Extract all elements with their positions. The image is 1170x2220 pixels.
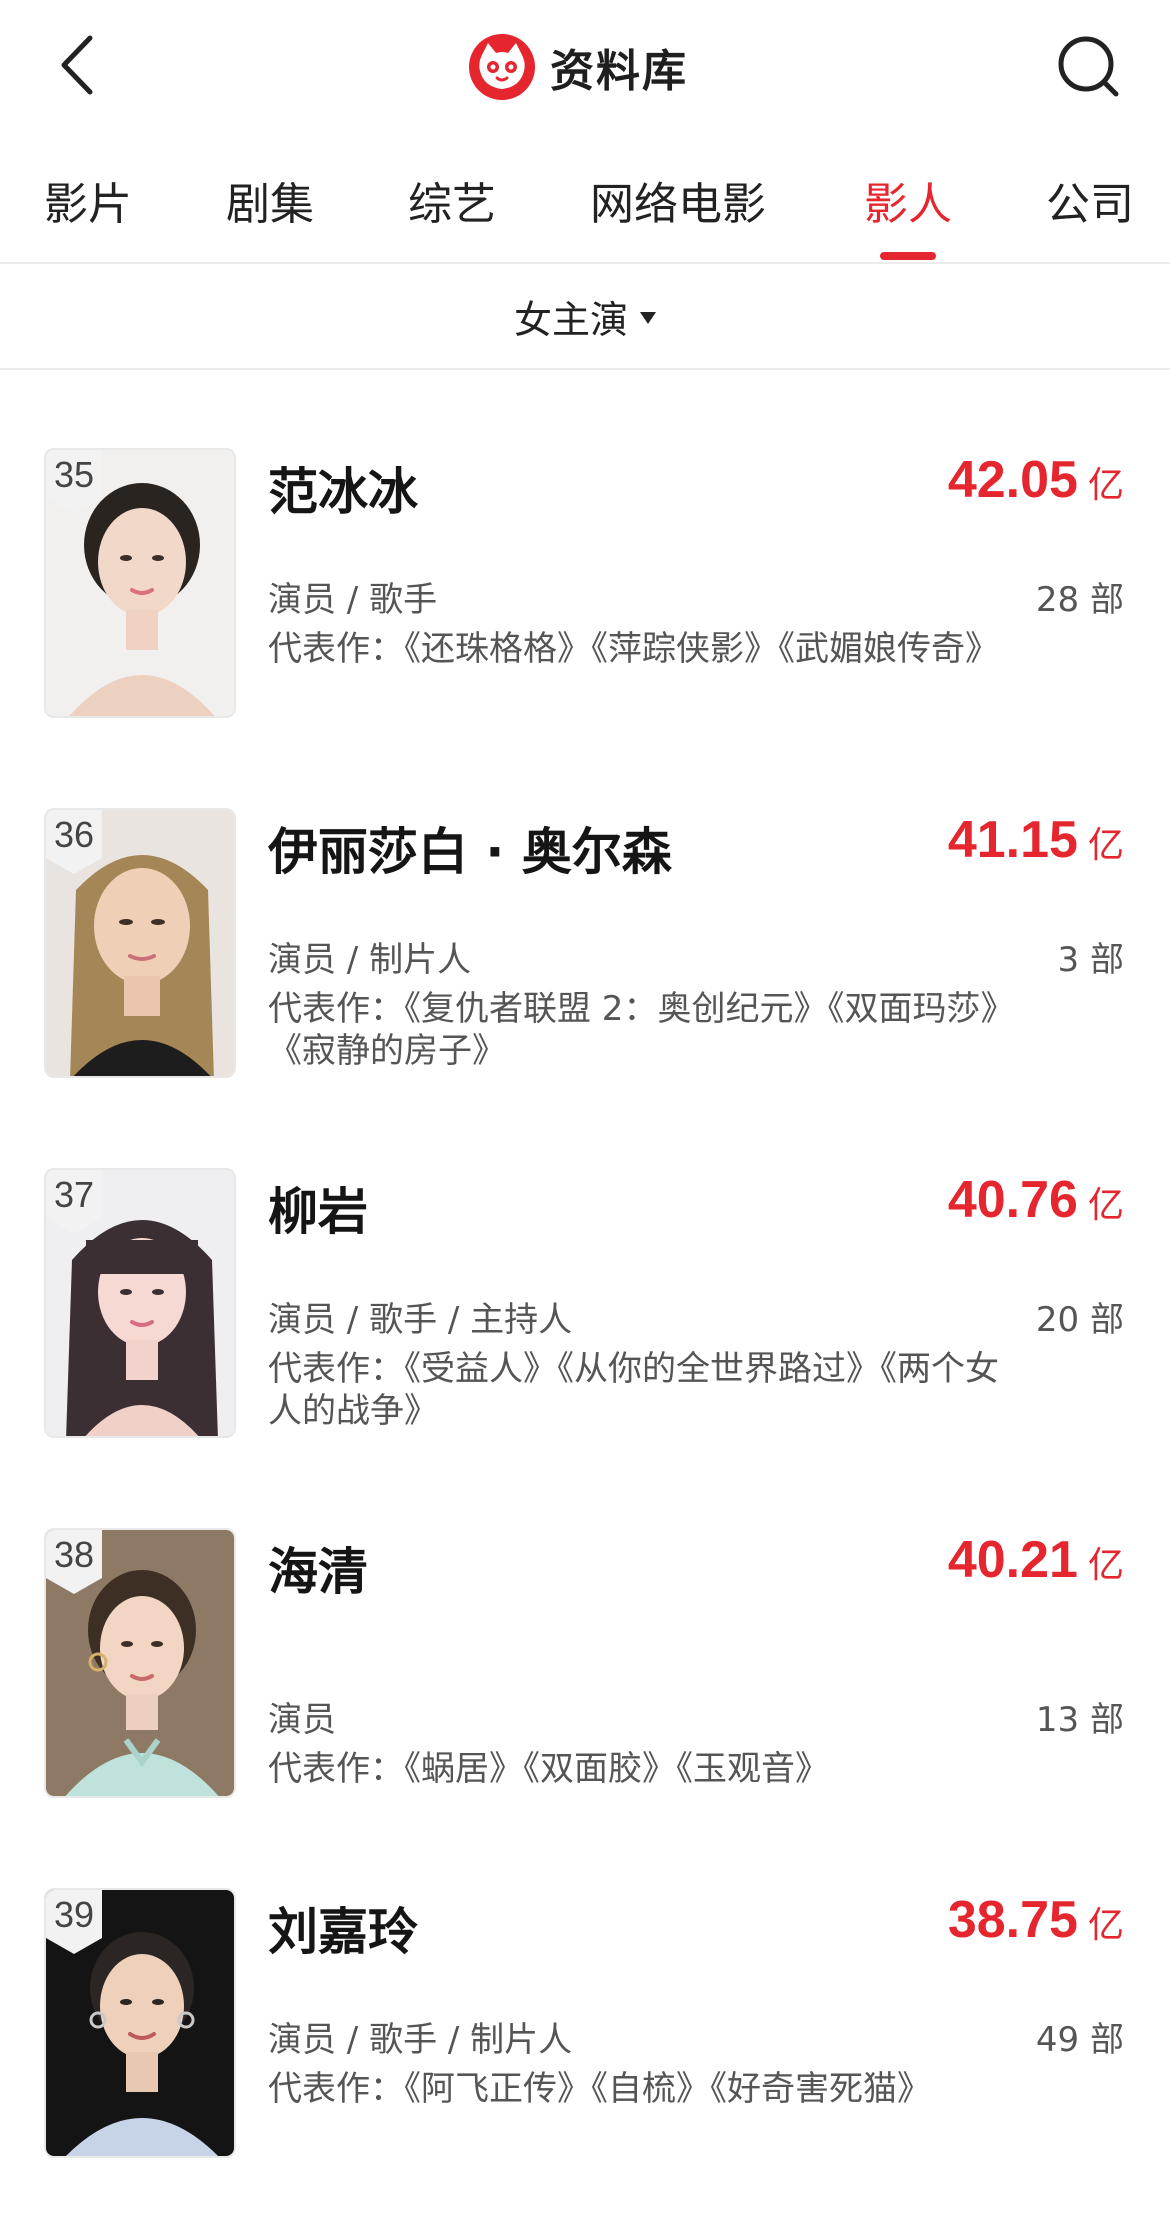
- list-item[interactable]: 38 海清 40.21 亿 演员 13 部 代表作：《蜗居》《双面胶》《玉观音》: [0, 1450, 1170, 1798]
- box-office-value: 40.21: [947, 1531, 1078, 1589]
- tab-web-movies[interactable]: 网络电影: [590, 168, 766, 232]
- list-item[interactable]: 37 柳岩 40.76 亿 演员 / 歌手 / 主持人 20 部 代表作：《受益…: [0, 1090, 1170, 1438]
- avatar: 38: [44, 1528, 236, 1798]
- person-name: 海清: [268, 1543, 368, 1601]
- representative-works: 代表作：《复仇者联盟 2：奥创纪元》《双面玛莎》《寂静的房子》: [268, 989, 998, 1071]
- search-button[interactable]: [1050, 28, 1130, 108]
- person-name: 范冰冰: [268, 463, 418, 521]
- active-tab-indicator: [880, 252, 936, 260]
- box-office-unit: 亿: [1087, 1185, 1124, 1226]
- works-count: 13 部: [1035, 1700, 1124, 1740]
- person-name: 刘嘉玲: [268, 1903, 418, 1961]
- rank-number: 35: [53, 454, 95, 495]
- person-name: 伊丽莎白 · 奥尔森: [268, 823, 672, 881]
- works-count: 3 部: [1057, 940, 1124, 980]
- works-count: 28 部: [1035, 580, 1124, 620]
- rank-number: 37: [53, 1174, 95, 1215]
- person-roles: 演员 / 制片人: [268, 940, 472, 980]
- person-roles: 演员 / 歌手 / 主持人: [268, 1300, 573, 1340]
- rank-badge: 38: [46, 1530, 102, 1594]
- box-office-unit: 亿: [1087, 1545, 1124, 1586]
- search-icon: [1058, 36, 1119, 97]
- representative-works: 代表作：《阿飞正传》《自梳》《好奇害死猫》: [268, 2069, 931, 2109]
- rank-badge: 39: [46, 1890, 102, 1954]
- list-item[interactable]: 36 伊丽莎白 · 奥尔森 41.15 亿 演员 / 制片人 3 部 代表作：《…: [0, 730, 1170, 1078]
- filter-label: 女主演: [513, 297, 628, 342]
- box-office-unit: 亿: [1087, 1905, 1124, 1946]
- header-title-group: 资料库: [468, 30, 688, 104]
- page-title: 资料库: [550, 46, 688, 97]
- back-button[interactable]: [52, 30, 112, 100]
- avatar: 37: [44, 1168, 236, 1438]
- tab-films[interactable]: 影片: [44, 168, 132, 232]
- representative-works: 代表作：《蜗居》《双面胶》《玉观音》: [268, 1749, 829, 1789]
- list-item[interactable]: 39 刘嘉玲 38.75 亿 演员 / 歌手 / 制片人 49 部 代表作：《阿…: [0, 1810, 1170, 2158]
- person-roles: 演员 / 歌手: [268, 580, 438, 620]
- person-name: 柳岩: [268, 1183, 368, 1241]
- list-item[interactable]: 35 范冰冰 42.05 亿 演员 / 歌手 28 部 代表作：《还珠格格》《萍…: [0, 370, 1170, 718]
- person-roles: 演员: [268, 1700, 336, 1740]
- tab-people[interactable]: 影人: [864, 168, 952, 232]
- box-office-value: 41.15: [947, 811, 1078, 869]
- box-office: 41.15 亿: [948, 810, 1124, 870]
- role-filter-dropdown[interactable]: 女主演: [0, 264, 1170, 368]
- box-office: 40.76 亿: [948, 1170, 1124, 1230]
- rank-number: 38: [53, 1534, 95, 1575]
- person-roles: 演员 / 歌手 / 制片人: [268, 2020, 573, 2060]
- representative-works: 代表作：《还珠格格》《萍踪侠影》《武媚娘传奇》: [268, 629, 999, 669]
- rank-badge: 35: [46, 450, 102, 514]
- box-office-value: 38.75: [947, 1891, 1078, 1949]
- avatar: 39: [44, 1888, 236, 2158]
- rank-badge: 37: [46, 1170, 102, 1234]
- works-count: 49 部: [1035, 2020, 1124, 2060]
- box-office-unit: 亿: [1087, 465, 1124, 506]
- box-office: 40.21 亿: [948, 1530, 1124, 1590]
- caret-down-icon: [640, 312, 656, 324]
- box-office-unit: 亿: [1087, 825, 1124, 866]
- tab-companies[interactable]: 公司: [1046, 168, 1134, 232]
- rank-number: 36: [53, 814, 95, 855]
- avatar: 36: [44, 808, 236, 1078]
- tab-variety[interactable]: 综艺: [408, 168, 496, 232]
- box-office-value: 42.05: [947, 451, 1078, 509]
- box-office: 42.05 亿: [948, 450, 1124, 510]
- avatar: 35: [44, 448, 236, 718]
- works-count: 20 部: [1035, 1300, 1124, 1340]
- box-office-value: 40.76: [947, 1171, 1078, 1229]
- category-tabs: 影片 剧集 综艺 网络电影 影人 公司: [0, 150, 1170, 260]
- representative-works: 代表作：《受益人》《从你的全世界路过》《两个女人的战争》: [268, 1349, 999, 1431]
- tab-series[interactable]: 剧集: [226, 168, 314, 232]
- app-header: 资料库: [0, 0, 1170, 136]
- chevron-left-icon: [61, 35, 93, 95]
- cat-logo-icon: [469, 34, 535, 100]
- rank-number: 39: [53, 1894, 95, 1935]
- box-office: 38.75 亿: [948, 1890, 1124, 1950]
- rank-badge: 36: [46, 810, 102, 874]
